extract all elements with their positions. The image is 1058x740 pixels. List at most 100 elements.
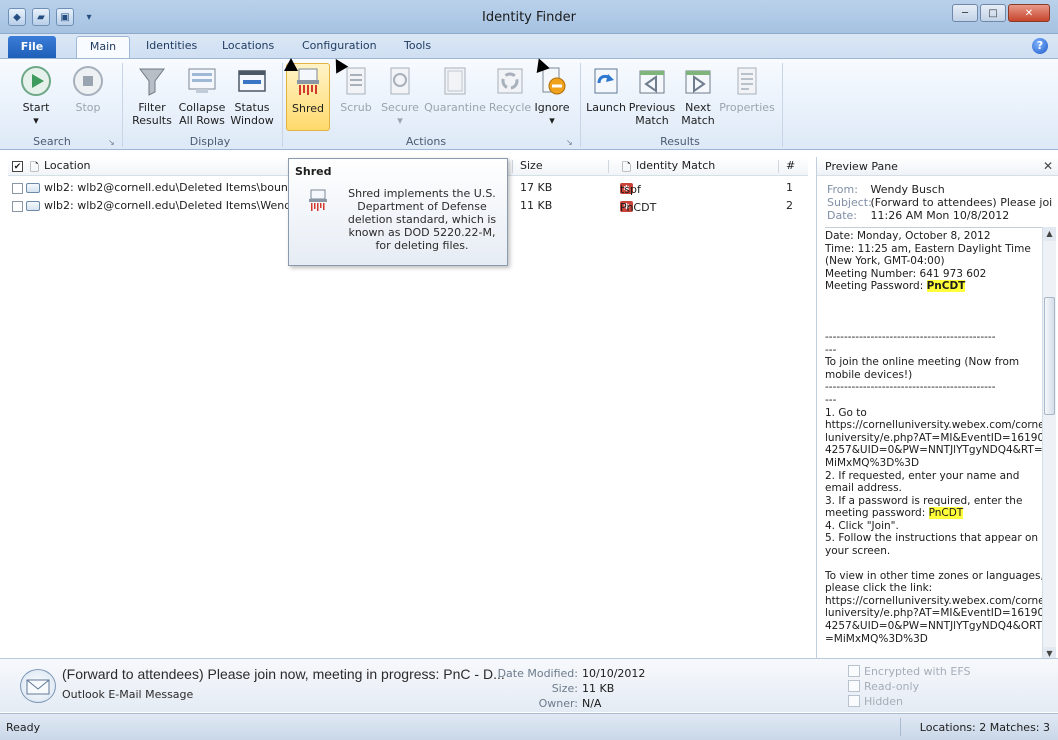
tab-configuration[interactable]: Configuration bbox=[302, 39, 377, 52]
dash-divider: ----------------------------------------… bbox=[825, 381, 996, 394]
tooltip-body: Shred implements the U.S. Department of … bbox=[347, 187, 497, 252]
column-header-size[interactable]: Size bbox=[520, 159, 543, 172]
status-window-button[interactable]: Status Window bbox=[228, 65, 276, 135]
body-line: To view in other time zones or languages… bbox=[825, 569, 1044, 595]
status-window-icon bbox=[238, 70, 266, 92]
search-group-launcher-icon[interactable]: ↘ bbox=[108, 138, 115, 147]
preview-pane: Preview Pane ✕ From: Wendy Busch Subject… bbox=[816, 157, 1058, 664]
column-header-count[interactable]: # bbox=[786, 159, 795, 172]
shred-button[interactable]: Shred bbox=[286, 63, 330, 131]
scrollbar-thumb[interactable] bbox=[1044, 297, 1055, 415]
row-location: wlb2: wlb2@cornell.edu\Deleted Items\bou… bbox=[44, 181, 305, 194]
readonly-label: Read-only bbox=[864, 680, 920, 693]
status-window-label-2: Window bbox=[230, 114, 274, 127]
play-icon bbox=[21, 66, 51, 96]
encrypted-label: Encrypted with EFS bbox=[864, 665, 971, 678]
scrub-button[interactable]: Scrub bbox=[334, 65, 378, 135]
close-button[interactable]: ✕ bbox=[1008, 4, 1050, 22]
group-separator bbox=[782, 63, 783, 147]
body-line: 3. If a password is required, enter the … bbox=[825, 494, 1023, 520]
collapse-label-1: Collapse bbox=[178, 101, 226, 114]
meeting-link[interactable]: https://cornelluniversity.webex.com/corn… bbox=[825, 419, 1049, 469]
subject-value: (Forward to attendees) Please joi... bbox=[870, 196, 1054, 209]
details-title: (Forward to attendees) Please join now, … bbox=[62, 666, 505, 682]
tab-tools[interactable]: Tools bbox=[404, 39, 431, 52]
dash-divider: ----------------------------------------… bbox=[825, 330, 996, 343]
row-count: 2 bbox=[786, 199, 793, 212]
start-button[interactable]: Start ▾ bbox=[12, 65, 60, 135]
recycle-button[interactable]: Recycle bbox=[488, 65, 532, 135]
tab-file[interactable]: File bbox=[8, 36, 56, 58]
quarantine-label: Quarantine bbox=[424, 101, 486, 114]
group-search-label: Search bbox=[33, 135, 71, 148]
secure-dropdown-icon: ▾ bbox=[397, 114, 403, 127]
help-icon[interactable]: ? bbox=[1032, 38, 1048, 54]
highlighted-match: PnCDT bbox=[928, 507, 964, 520]
column-header-identity-match[interactable]: Identity Match bbox=[636, 159, 715, 172]
row-checkbox[interactable] bbox=[12, 183, 23, 194]
title-bar: ◆ ▰ ▣ ▾ Identity Finder ─ □ ✕ bbox=[0, 0, 1058, 34]
recycle-icon bbox=[497, 68, 523, 94]
preview-meta: From: Wendy Busch Subject: (Forward to a… bbox=[827, 183, 1053, 222]
hidden-checkbox: Hidden bbox=[848, 695, 903, 708]
maximize-button[interactable]: □ bbox=[980, 4, 1006, 22]
row-checkbox[interactable] bbox=[12, 201, 23, 212]
readonly-checkbox: Read-only bbox=[848, 680, 919, 693]
select-all-checkbox[interactable] bbox=[12, 161, 23, 172]
collapse-all-rows-button[interactable]: Collapse All Rows bbox=[178, 65, 226, 135]
details-type: Outlook E-Mail Message bbox=[62, 688, 194, 701]
next-match-button[interactable]: Next Match bbox=[676, 65, 720, 135]
secure-button[interactable]: Secure ▾ bbox=[378, 65, 422, 135]
tooltip-title: Shred bbox=[295, 165, 332, 178]
body-line: 2. If requested, enter your name and ema… bbox=[825, 469, 1020, 495]
shred-tooltip: Shred Shred implements the U.S. Departme… bbox=[288, 158, 508, 266]
properties-label: Properties bbox=[719, 101, 775, 114]
stop-button[interactable]: Stop bbox=[64, 65, 112, 135]
body-line: Time: 11:25 am, Eastern Daylight Time bbox=[825, 242, 1031, 255]
collapse-rows-icon bbox=[188, 68, 216, 93]
actions-group-launcher-icon[interactable]: ↘ bbox=[566, 138, 573, 147]
properties-button[interactable]: Properties bbox=[718, 65, 776, 135]
shredder-icon bbox=[309, 189, 327, 211]
body-line: 5. Follow the instructions that appear o… bbox=[825, 532, 1039, 558]
filter-results-label-1: Filter bbox=[138, 101, 166, 114]
previous-match-label-2: Match bbox=[635, 114, 669, 127]
tab-main[interactable]: Main bbox=[76, 36, 130, 58]
body-line: Meeting Number: 641 973 602 bbox=[825, 267, 987, 280]
column-divider bbox=[778, 160, 779, 173]
details-panel: (Forward to attendees) Please join now, … bbox=[0, 658, 1058, 712]
previous-match-button[interactable]: Previous Match bbox=[628, 65, 676, 135]
column-divider bbox=[608, 160, 609, 173]
subject-label: Subject: bbox=[827, 196, 872, 209]
status-bar: Ready Locations: 2 Matches: 3 bbox=[0, 713, 1058, 740]
file-icon: 🗋 bbox=[30, 161, 39, 174]
size-label: Size: bbox=[551, 682, 578, 695]
tab-identities[interactable]: Identities bbox=[146, 39, 197, 52]
status-text: Ready bbox=[6, 721, 41, 734]
column-header-location[interactable]: Location bbox=[44, 159, 91, 172]
group-display-label: Display bbox=[189, 135, 231, 148]
quarantine-button[interactable]: Quarantine bbox=[424, 65, 486, 135]
date-label: Date: bbox=[827, 209, 857, 222]
group-separator bbox=[122, 63, 123, 147]
tab-locations[interactable]: Locations bbox=[222, 39, 274, 52]
scrub-label: Scrub bbox=[340, 101, 372, 114]
ignore-button[interactable]: Ignore ▾ bbox=[530, 65, 574, 135]
timezone-link[interactable]: https://cornelluniversity.webex.com/corn… bbox=[825, 595, 1049, 645]
preview-pane-header: Preview Pane ✕ bbox=[817, 157, 1058, 176]
from-label: From: bbox=[827, 183, 858, 196]
launch-button[interactable]: Launch bbox=[584, 65, 628, 135]
launch-icon bbox=[594, 68, 618, 94]
group-actions-label: Actions bbox=[405, 135, 447, 148]
filter-icon bbox=[139, 68, 165, 96]
collapse-label-2: All Rows bbox=[179, 114, 225, 127]
preview-scrollbar[interactable]: ▲ ▼ bbox=[1042, 227, 1056, 661]
scroll-up-icon[interactable]: ▲ bbox=[1043, 227, 1056, 241]
close-icon[interactable]: ✕ bbox=[1043, 159, 1053, 173]
row-identity-match: PnCDT bbox=[620, 201, 657, 214]
body-line: Meeting Password: bbox=[825, 280, 927, 293]
minimize-button[interactable]: ─ bbox=[952, 4, 978, 22]
owner-value: N/A bbox=[582, 697, 602, 710]
filter-results-button[interactable]: Filter Results bbox=[128, 65, 176, 135]
secure-label: Secure bbox=[381, 101, 419, 114]
